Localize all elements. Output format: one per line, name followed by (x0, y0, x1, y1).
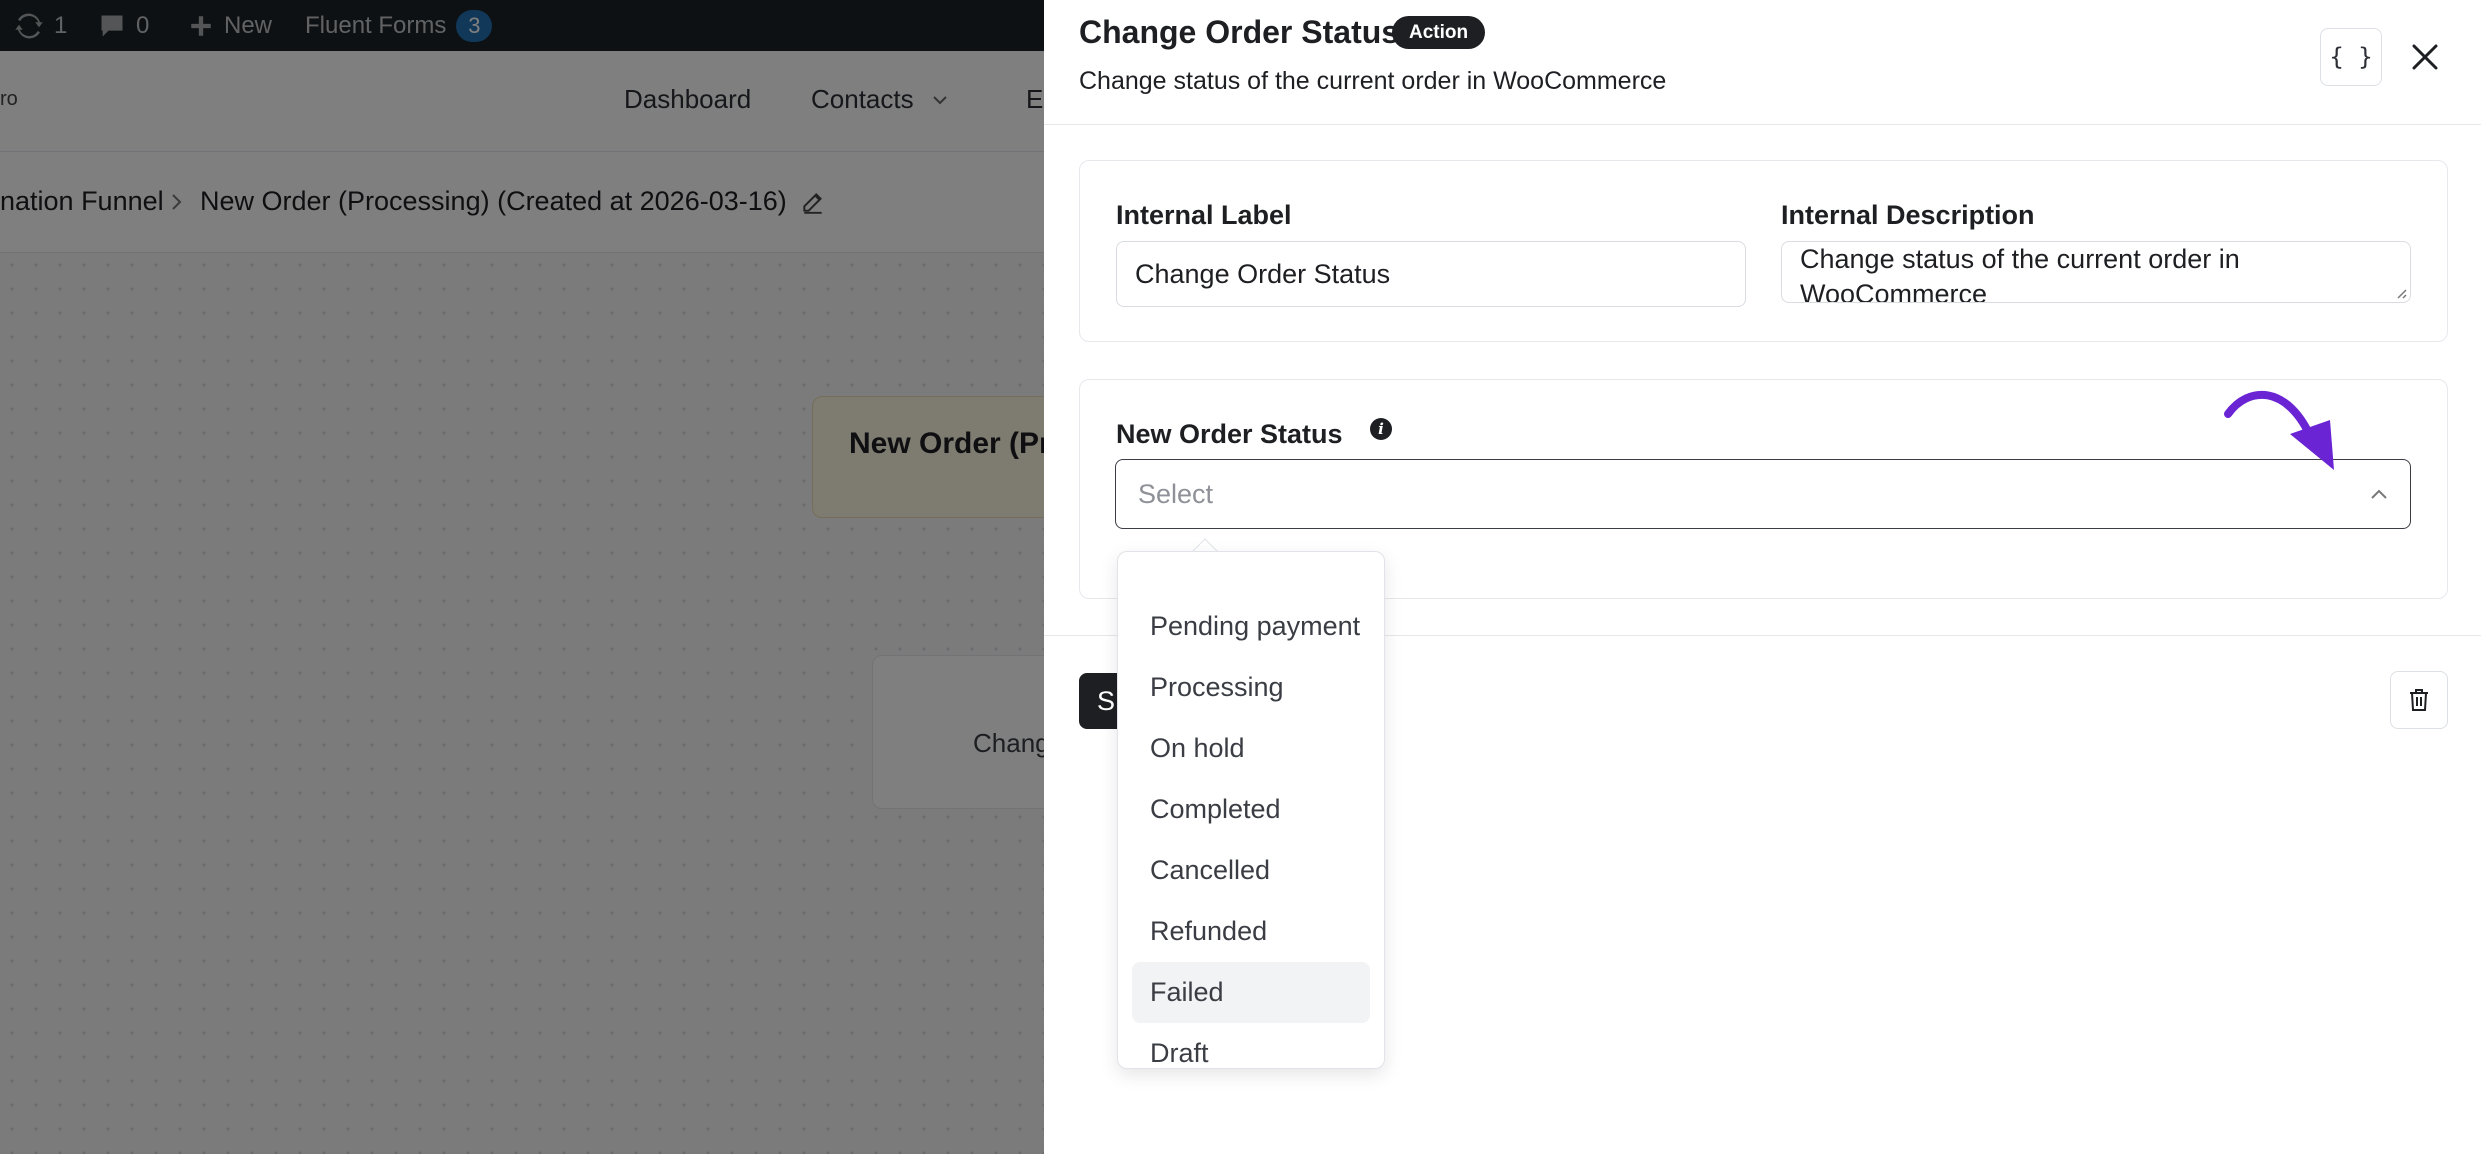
option-on-hold[interactable]: On hold (1132, 718, 1370, 779)
option-completed[interactable]: Completed (1132, 779, 1370, 840)
internal-label-input[interactable]: Change Order Status (1116, 241, 1746, 307)
info-icon[interactable]: i (1370, 418, 1392, 440)
order-status-select[interactable]: Select (1115, 459, 2411, 529)
chevron-up-icon (2371, 489, 2387, 499)
option-draft[interactable]: Draft (1132, 1023, 1370, 1084)
order-status-dropdown: Pending payment Processing On hold Compl… (1117, 551, 1385, 1069)
option-cancelled[interactable]: Cancelled (1132, 840, 1370, 901)
option-pending-payment[interactable]: Pending payment (1132, 596, 1370, 657)
internal-description-value: Change status of the current order in Wo… (1800, 244, 2240, 303)
code-braces-icon: { } (2329, 43, 2373, 71)
drawer-title: Change Order Status (1079, 14, 1400, 50)
select-placeholder: Select (1138, 479, 1214, 509)
internal-info-section: Internal Label Change Order Status Inter… (1079, 160, 2448, 342)
option-refunded[interactable]: Refunded (1132, 901, 1370, 962)
trash-icon (2410, 689, 2428, 711)
new-order-status-label: New Order Status (1116, 419, 1343, 449)
code-braces-button[interactable]: { } (2320, 28, 2382, 86)
action-badge: Action (1392, 16, 1486, 49)
internal-description-textarea[interactable]: Change status of the current order in Wo… (1781, 241, 2411, 303)
option-processing[interactable]: Processing (1132, 657, 1370, 718)
delete-button[interactable] (2390, 671, 2448, 729)
save-button-label: S (1097, 685, 1116, 716)
close-icon[interactable] (2406, 38, 2444, 76)
drawer-subtitle: Change status of the current order in Wo… (1079, 67, 1667, 95)
annotation-arrow-icon (2224, 390, 2334, 470)
internal-label-heading: Internal Label (1116, 200, 1292, 230)
resize-handle-icon[interactable] (2392, 284, 2408, 300)
option-failed[interactable]: Failed (1132, 962, 1370, 1023)
drawer-header: Change Order Status Action Change status… (1044, 0, 2481, 125)
internal-description-heading: Internal Description (1781, 200, 2035, 230)
